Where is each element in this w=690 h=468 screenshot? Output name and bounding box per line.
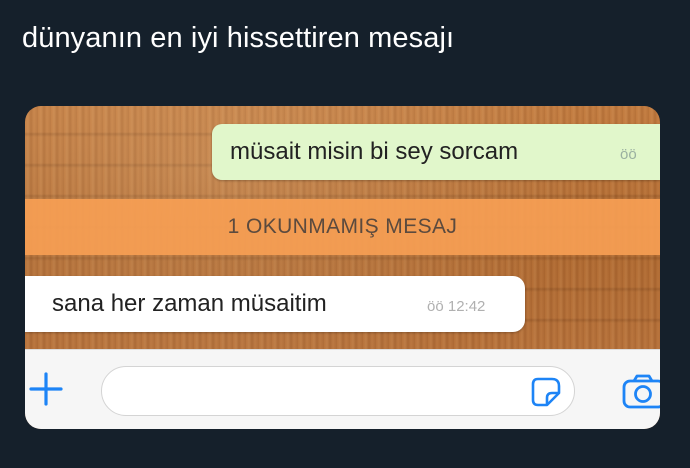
incoming-message-time: 12:42 bbox=[447, 298, 486, 315]
incoming-message-meta: öö 12:42 bbox=[427, 298, 485, 315]
unread-messages-label: 1 OKUNMAMIŞ MESAJ bbox=[227, 215, 458, 238]
message-composer bbox=[25, 349, 660, 429]
plus-icon[interactable] bbox=[27, 370, 65, 408]
outgoing-message-bubble[interactable]: müsait misin bi sey sorcam öö bbox=[212, 124, 660, 180]
read-receipt-icon: öö bbox=[620, 146, 637, 163]
tweet-media-screenshot[interactable]: müsait misin bi sey sorcam öö 1 OKUNMAMI… bbox=[25, 106, 660, 429]
tweet-text: dünyanın en iyi hissettiren mesajı bbox=[22, 22, 455, 54]
message-input[interactable] bbox=[101, 366, 575, 416]
sticker-icon[interactable] bbox=[530, 376, 562, 408]
incoming-message-text: sana her zaman müsaitim bbox=[52, 290, 327, 317]
camera-icon[interactable] bbox=[621, 372, 660, 410]
outgoing-message-text: müsait misin bi sey sorcam bbox=[230, 138, 519, 165]
incoming-message-bubble[interactable]: sana her zaman müsaitim öö 12:42 bbox=[25, 276, 525, 332]
incoming-status-icon: öö bbox=[427, 298, 444, 315]
unread-messages-banner: 1 OKUNMAMIŞ MESAJ bbox=[25, 199, 660, 255]
